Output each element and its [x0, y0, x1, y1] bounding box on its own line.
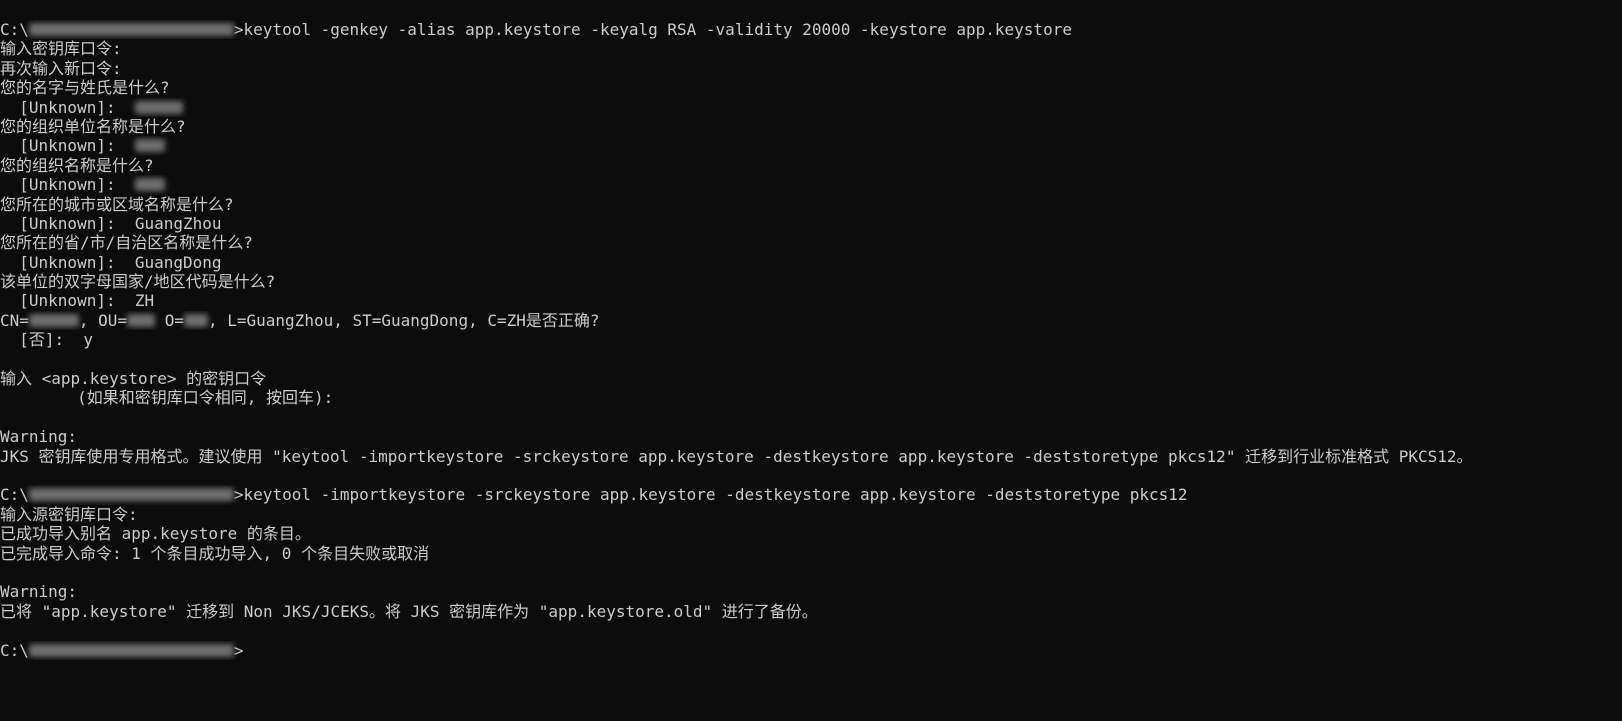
line-text: , OU= — [78, 310, 128, 330]
line-text: [Unknown]: GuangDong — [0, 252, 222, 272]
line-text: 输入源密钥库口令: — [0, 504, 138, 524]
line-text: C:\ — [0, 640, 29, 660]
redacted-path — [28, 488, 234, 502]
console-line: 您的名字与姓氏是什么? — [0, 78, 1622, 97]
line-text: [Unknown]: — [0, 175, 135, 195]
line-text: [Unknown]: GuangZhou — [0, 213, 222, 233]
console-line: 已将 "app.keystore" 迁移到 Non JKS/JCEKS。将 JK… — [0, 602, 1622, 621]
redacted-value — [134, 139, 165, 153]
console-line: [Unknown]: GuangDong — [0, 253, 1622, 272]
redacted-value — [127, 313, 156, 327]
line-text: 已完成导入命令: 1 个条目成功导入, 0 个条目失败或取消 — [0, 543, 430, 563]
line-text: [否]: y — [0, 330, 94, 350]
console-line: 您的组织单位名称是什么? — [0, 117, 1622, 136]
line-text: 已成功导入别名 app.keystore 的条目。 — [0, 524, 311, 544]
console-line: C:\ >keytool -importkeystore -srckeystore… — [0, 485, 1622, 504]
console-line: 已完成导入命令: 1 个条目成功导入, 0 个条目失败或取消 — [0, 544, 1622, 563]
console-line: CN= , OU= O= , L=GuangZhou, ST=GuangDong, … — [0, 311, 1622, 330]
console-line: 已成功导入别名 app.keystore 的条目。 — [0, 524, 1622, 543]
console-prompt[interactable]: C:\ > — [0, 641, 1622, 660]
line-text: [Unknown]: ZH — [0, 291, 155, 311]
console-line: 输入源密钥库口令: — [0, 505, 1622, 524]
line-text: >keytool -genkey -alias app.keystore -ke… — [233, 20, 1072, 39]
console-line: [Unknown]: — [0, 136, 1622, 155]
redacted-path — [28, 643, 234, 657]
console-line: 您的组织名称是什么? — [0, 156, 1622, 175]
line-text: (如果和密钥库口令相同, 按回车): — [0, 388, 334, 408]
line-text: O= — [155, 310, 184, 330]
line-text: C:\ — [0, 20, 29, 39]
console-line: (如果和密钥库口令相同, 按回车): — [0, 388, 1622, 407]
line-text: 该单位的双字母国家/地区代码是什么? — [0, 272, 276, 292]
line-text: 您的名字与姓氏是什么? — [0, 78, 170, 98]
line-text: 您所在的省/市/自治区名称是什么? — [0, 233, 253, 253]
console-line: 该单位的双字母国家/地区代码是什么? — [0, 272, 1622, 291]
line-text: [Unknown]: — [0, 136, 135, 156]
console-line: 输入 <app.keystore> 的密钥口令 — [0, 369, 1622, 388]
line-text: > — [233, 640, 244, 660]
console-line: JKS 密钥库使用专用格式。建议使用 "keytool -importkeyst… — [0, 447, 1622, 466]
console-line: [Unknown]: — [0, 175, 1622, 194]
line-text: 再次输入新口令: — [0, 58, 122, 78]
line-text: Warning: — [0, 427, 78, 447]
console-output: C:\ >keytool -genkey -alias app.keystore … — [0, 20, 1622, 720]
line-text: [Unknown]: — [0, 97, 135, 117]
line-text: CN= — [0, 310, 29, 330]
redacted-value — [183, 313, 208, 327]
console-line: [Unknown]: GuangZhou — [0, 214, 1622, 233]
line-text: 输入密钥库口令: — [0, 39, 122, 59]
line-text: C:\ — [0, 485, 29, 505]
console-line: [Unknown]: ZH — [0, 291, 1622, 310]
line-text: JKS 密钥库使用专用格式。建议使用 "keytool -importkeyst… — [0, 446, 1473, 466]
redacted-value — [134, 178, 165, 192]
redacted-path — [28, 23, 234, 36]
console-line: Warning: — [0, 582, 1622, 601]
console-line: C:\ >keytool -genkey -alias app.keystore … — [0, 20, 1622, 39]
line-text: , L=GuangZhou, ST=GuangDong, C=ZH是否正确? — [207, 310, 600, 330]
redacted-value — [28, 313, 79, 327]
line-text: 输入 <app.keystore> 的密钥口令 — [0, 369, 267, 389]
line-text: 您的组织名称是什么? — [0, 155, 154, 175]
console-line: [Unknown]: — [0, 98, 1622, 117]
console-line: 您所在的省/市/自治区名称是什么? — [0, 233, 1622, 252]
console-line: 您所在的城市或区域名称是什么? — [0, 195, 1622, 214]
line-text: 您所在的城市或区域名称是什么? — [0, 194, 234, 214]
line-text: Warning: — [0, 582, 78, 602]
console-line: 输入密钥库口令: — [0, 39, 1622, 58]
redacted-value — [134, 100, 183, 114]
console-line: 再次输入新口令: — [0, 59, 1622, 78]
line-text: 您的组织单位名称是什么? — [0, 116, 186, 136]
console-line: Warning: — [0, 427, 1622, 446]
console-line: [否]: y — [0, 330, 1622, 349]
line-text: >keytool -importkeystore -srckeystore ap… — [233, 485, 1188, 505]
line-text: 已将 "app.keystore" 迁移到 Non JKS/JCEKS。将 JK… — [0, 601, 818, 621]
